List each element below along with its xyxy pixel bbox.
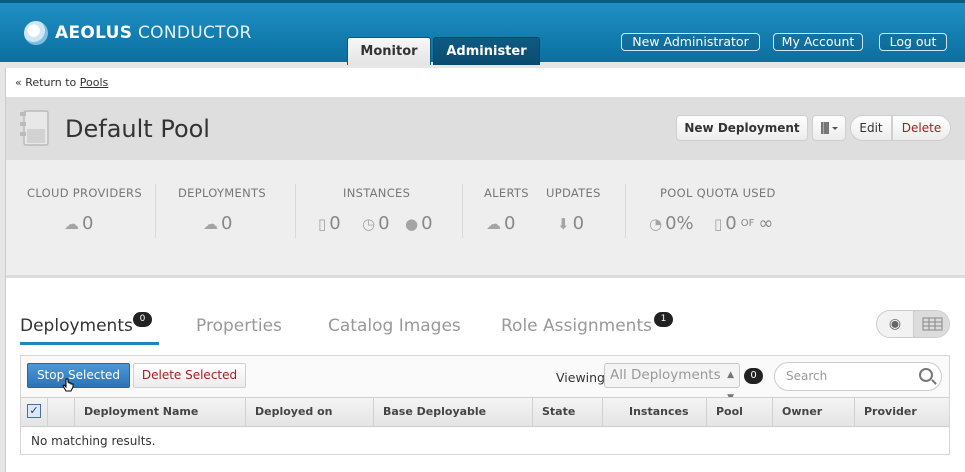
page-title: Default Pool	[65, 115, 210, 143]
main-panel: « Return to Pools Default Pool New Deplo…	[5, 68, 965, 472]
deployments-count-badge: 0	[744, 368, 763, 384]
quota-max-value: ∞	[758, 213, 774, 234]
deployments-stat: ☁ 0	[203, 213, 232, 234]
empty-results-row: No matching results.	[21, 428, 949, 454]
breadcrumb: « Return to Pools	[15, 76, 108, 89]
updates-stat: ⬇ 0	[557, 213, 584, 234]
server-icon: ▯	[714, 214, 723, 233]
download-icon: ⬇	[557, 214, 570, 233]
pools-link[interactable]: Pools	[80, 76, 109, 89]
divider	[462, 184, 463, 238]
deployments-count-badge: 0	[133, 312, 152, 327]
pool-header: Default Pool New Deployment Edit Delete	[6, 97, 965, 160]
column-header-deployed-on[interactable]: Deployed on	[246, 398, 374, 426]
tab-catalog-images[interactable]: Catalog Images	[328, 316, 461, 336]
clock-icon: ◷	[362, 214, 376, 233]
delete-button[interactable]: Delete	[892, 115, 951, 141]
aeolus-logo-icon	[24, 21, 48, 45]
instances-pending-value: 0	[378, 213, 390, 234]
column-header-state[interactable]: State	[533, 398, 603, 426]
delete-selected-button[interactable]: Delete Selected	[133, 363, 246, 388]
alerts-label: ALERTS	[484, 186, 529, 200]
alerts-value: 0	[504, 213, 516, 234]
pie-icon: ◔	[649, 214, 663, 233]
pool-icon	[20, 110, 49, 146]
instances-pending-stat: ◷ 0	[362, 213, 390, 234]
eye-icon[interactable]: ◉	[877, 311, 913, 337]
quota-used-value: 0	[725, 213, 737, 234]
search-input[interactable]: Search	[774, 362, 942, 391]
search-placeholder: Search	[786, 369, 828, 383]
updates-label: UPDATES	[546, 186, 601, 200]
book-icon	[821, 122, 838, 134]
cloud-provider-icon: ☁	[64, 214, 79, 233]
active-tab-underline	[20, 342, 159, 345]
app-logo[interactable]: AEOLUS CONDUCTOR	[24, 18, 252, 48]
instances-running-stat: ▯ 0	[318, 213, 341, 234]
grid-icon	[922, 317, 943, 331]
tab-monitor[interactable]: Monitor	[347, 37, 431, 65]
cloud-providers-label: CLOUD PROVIDERS	[27, 186, 142, 200]
breadcrumb-prefix: « Return to	[15, 76, 80, 89]
logout-link[interactable]: Log out	[879, 33, 947, 51]
column-header-instances[interactable]: Instances	[603, 398, 707, 426]
viewing-label: Viewing	[556, 370, 605, 385]
pool-quota-label: POOL QUOTA USED	[660, 186, 776, 200]
top-header: AEOLUS CONDUCTOR Monitor Administer New …	[0, 0, 965, 65]
tab-deployments[interactable]: Deployments	[20, 316, 133, 336]
deployments-value: 0	[221, 213, 233, 234]
column-header-owner[interactable]: Owner	[773, 398, 855, 426]
edit-button[interactable]: Edit	[850, 115, 892, 141]
my-account-link[interactable]: My Account	[773, 33, 863, 51]
viewing-filter-value: All Deployments	[610, 367, 721, 383]
view-toggle: ◉	[876, 310, 950, 338]
column-header-deployment-name[interactable]: Deployment Name	[75, 398, 246, 426]
new-deployment-button[interactable]: New Deployment	[676, 115, 808, 141]
alerts-stat: ☁ 0	[486, 213, 515, 234]
updates-value: 0	[572, 213, 585, 234]
quota-of-label: OF	[740, 218, 755, 229]
column-header-base-deployable[interactable]: Base Deployable	[374, 398, 533, 426]
viewing-filter-select[interactable]: All Deployments ▲▼	[604, 363, 740, 403]
column-header-pool[interactable]: Pool	[707, 398, 773, 426]
divider	[155, 184, 156, 238]
logo-text: AEOLUS CONDUCTOR	[55, 23, 252, 43]
tab-administer[interactable]: Administer	[433, 37, 540, 65]
select-all-cell: ✓	[21, 398, 48, 426]
role-assignments-count-badge: 1	[654, 312, 673, 327]
quota-percent-value: 0%	[665, 213, 694, 234]
quota-percent-stat: ◔ 0%	[649, 213, 694, 234]
instances-label: INSTANCES	[343, 186, 411, 200]
deployments-label: DEPLOYMENTS	[178, 186, 266, 200]
instances-error-value: 0	[421, 213, 433, 234]
tab-role-assignments[interactable]: Role Assignments	[501, 316, 652, 336]
table-header: ✓ Deployment Name Deployed on Base Deplo…	[21, 397, 949, 427]
hand-cursor-icon	[62, 378, 74, 392]
instances-error-stat: ● 0	[405, 213, 433, 234]
column-header-provider[interactable]: Provider	[855, 398, 949, 426]
divider	[625, 184, 626, 238]
user-link-new-administrator[interactable]: New Administrator	[621, 33, 760, 51]
deployments-table-panel: Stop Selected Delete Selected Viewing Al…	[20, 355, 950, 455]
instances-running-value: 0	[329, 213, 341, 234]
stop-selected-button[interactable]: Stop Selected	[27, 363, 130, 388]
pool-stats: CLOUD PROVIDERS ☁ 0 DEPLOYMENTS ☁ 0 INSTAN…	[6, 160, 965, 278]
catalog-dropdown-button[interactable]	[812, 115, 846, 141]
cloud-providers-value: 0	[82, 213, 94, 234]
search-icon[interactable]	[919, 368, 933, 382]
cloud-upload-icon: ☁	[203, 214, 218, 233]
quota-instances-stat: ▯ 0 OF ∞	[714, 213, 773, 234]
alert-circle-icon: ●	[405, 214, 419, 233]
storm-cloud-icon: ☁	[486, 214, 501, 233]
table-view-button[interactable]	[913, 311, 949, 337]
cloud-providers-stat: ☁ 0	[64, 213, 93, 234]
content-tabs: Deployments 0 Properties Catalog Images …	[6, 304, 965, 345]
status-column-header	[48, 398, 75, 426]
select-all-checkbox[interactable]: ✓	[27, 404, 41, 418]
divider	[295, 184, 296, 238]
server-icon: ▯	[318, 214, 327, 233]
tab-properties[interactable]: Properties	[196, 316, 282, 336]
